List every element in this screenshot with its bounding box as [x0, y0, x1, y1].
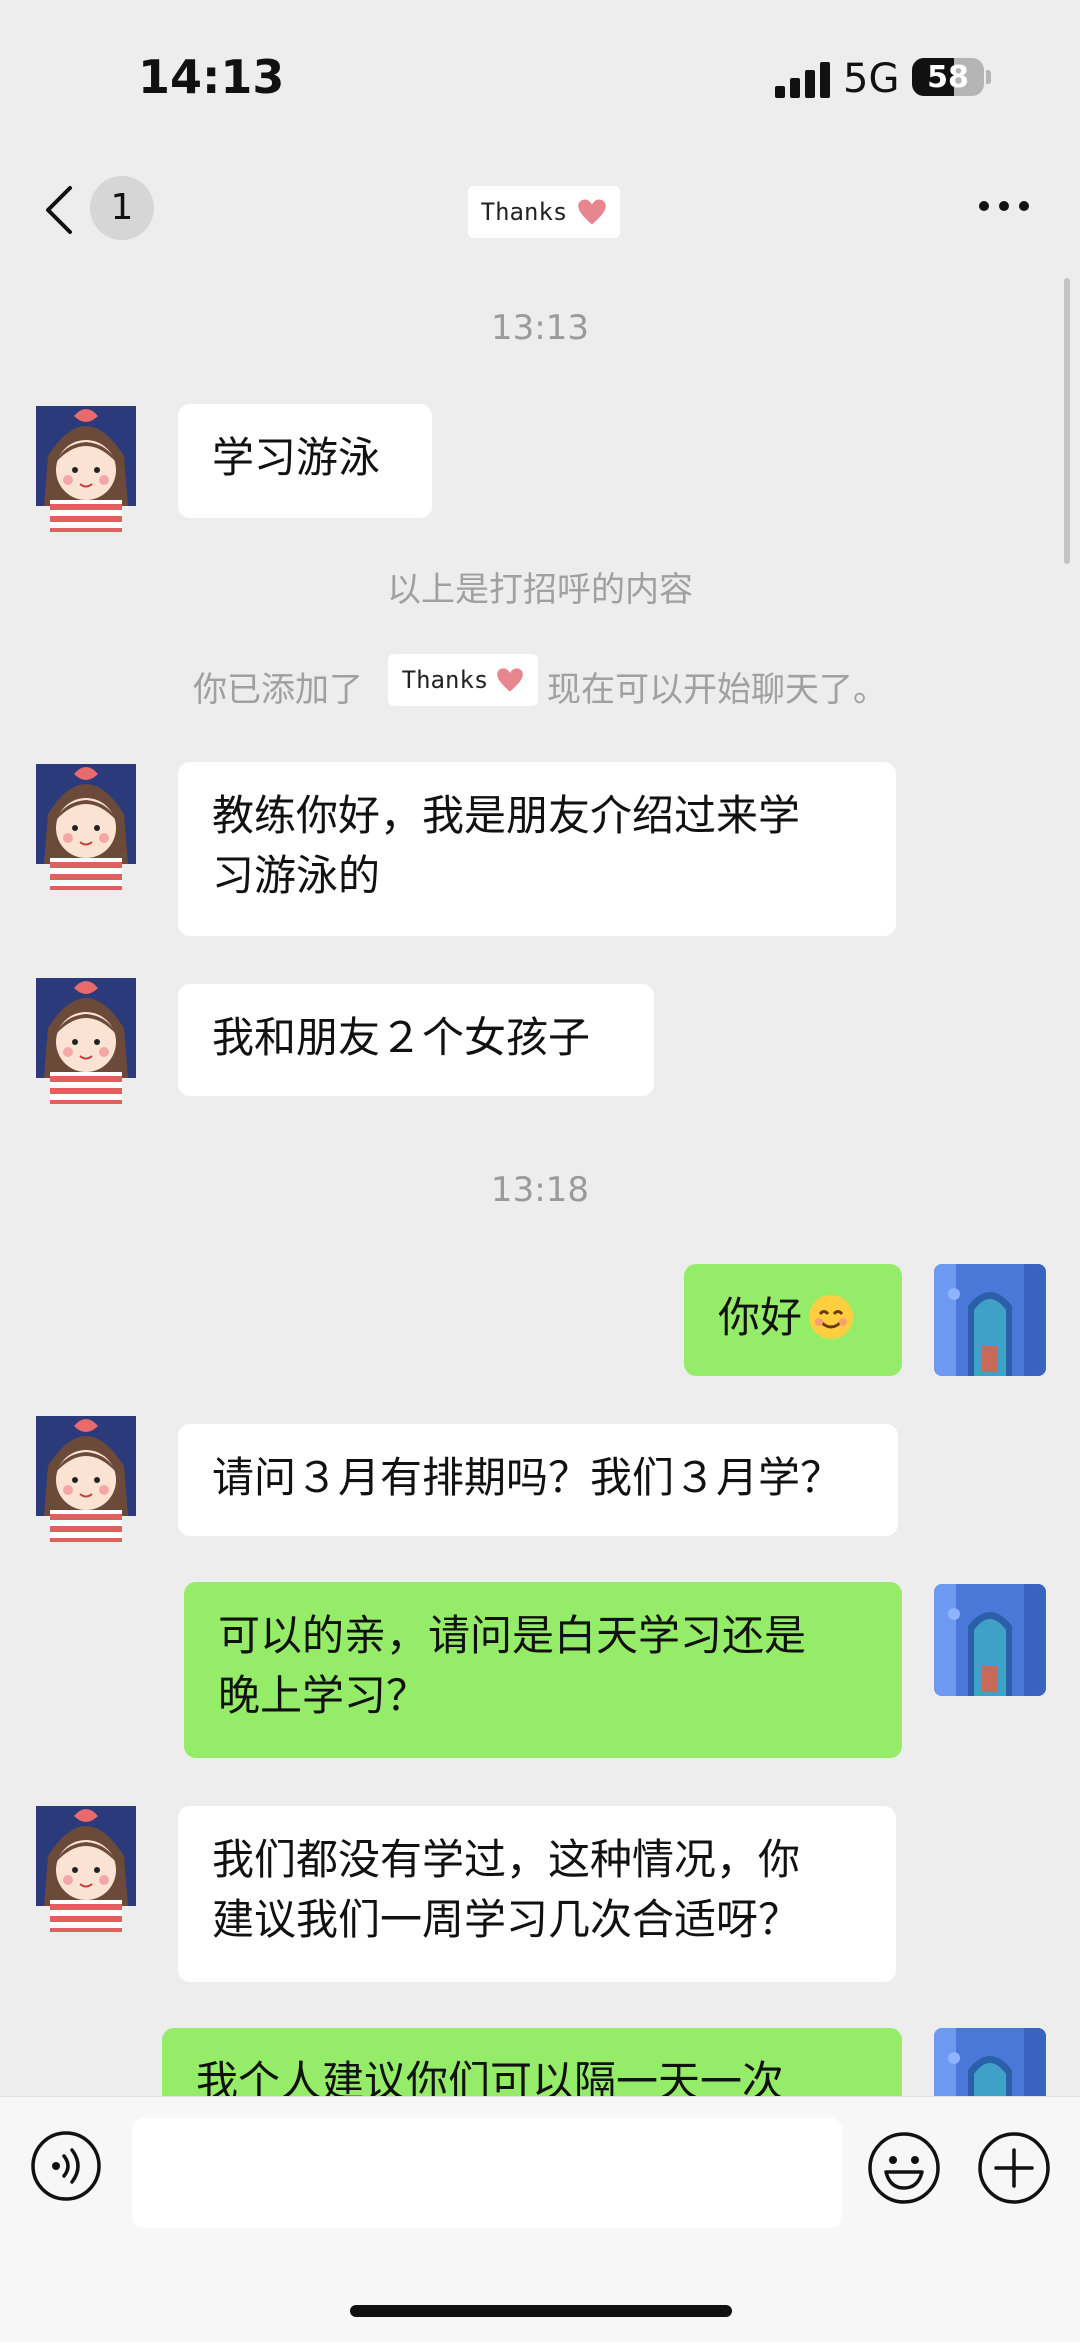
incoming-message[interactable]: 我们都没有学过，这种情况，你 建议我们一周学习几次合适呀？	[178, 1806, 896, 1982]
chat-title: Thanks	[468, 186, 620, 238]
system-prefix: 你已添加了	[193, 670, 363, 710]
outgoing-message[interactable]: 可以的亲，请问是白天学习还是 晚上学习？	[184, 1582, 902, 1758]
message-text: 学习游泳	[212, 433, 381, 482]
smiling-face-emoji-icon	[809, 1295, 854, 1339]
heart-icon	[578, 199, 607, 225]
cellular-signal-icon	[775, 62, 830, 98]
plus-icon[interactable]	[976, 2130, 1052, 2206]
incoming-message[interactable]: 请问３月有排期吗？我们３月学？	[178, 1424, 898, 1536]
message-text: 我和朋友２个女孩子	[212, 1013, 591, 1062]
incoming-message[interactable]: 学习游泳	[178, 404, 432, 518]
message-text: 请问３月有排期吗？我们３月学？	[212, 1453, 843, 1502]
message-line: 我们都没有学过，这种情况，你	[212, 1835, 801, 1884]
contact-avatar[interactable]	[28, 1796, 144, 1932]
my-avatar[interactable]	[934, 1584, 1046, 1696]
timestamp: 13:13	[491, 308, 589, 348]
message-line: 教练你好，我是朋友介绍过来学	[212, 791, 801, 840]
voice-input-icon[interactable]	[30, 2130, 102, 2202]
message-line: 可以的亲，请问是白天学习还是	[218, 1611, 807, 1660]
battery-icon: 58	[912, 58, 984, 96]
timestamp: 13:18	[491, 1170, 589, 1210]
outgoing-message[interactable]: 你好	[684, 1264, 902, 1376]
system-suffix: ，现在可以开始聊天了。	[513, 670, 887, 710]
contact-name-tag: Thanks	[388, 654, 538, 706]
my-avatar[interactable]	[934, 1264, 1046, 1376]
system-message-added: 你已添加了 ，现在可以开始聊天了。	[0, 662, 1080, 711]
back-chevron-icon[interactable]	[44, 184, 74, 236]
heart-icon	[497, 668, 524, 692]
incoming-message[interactable]: 教练你好，我是朋友介绍过来学 习游泳的	[178, 762, 896, 936]
message-line: 晚上学习？	[218, 1671, 429, 1720]
status-time: 14:13	[138, 50, 285, 104]
contact-avatar[interactable]	[28, 754, 144, 890]
battery-percent: 58	[927, 60, 969, 95]
home-indicator[interactable]	[350, 2305, 732, 2317]
system-message: 以上是打招呼的内容	[387, 570, 693, 610]
unread-count-badge[interactable]: 1	[90, 176, 154, 240]
battery-tip	[986, 70, 991, 84]
message-line: 建议我们一周学习几次合适呀？	[212, 1895, 801, 1944]
contact-avatar[interactable]	[28, 396, 144, 532]
network-type: 5G	[843, 56, 900, 102]
message-input[interactable]	[132, 2118, 842, 2228]
incoming-message[interactable]: 我和朋友２个女孩子	[178, 984, 654, 1096]
emoji-icon[interactable]	[866, 2130, 942, 2206]
more-options-icon[interactable]	[976, 198, 1032, 214]
contact-avatar[interactable]	[28, 968, 144, 1104]
message-line: 习游泳的	[212, 851, 381, 900]
contact-name: Thanks	[480, 198, 568, 226]
contact-avatar[interactable]	[28, 1406, 144, 1542]
contact-name: Thanks	[401, 666, 489, 694]
message-text: 你好	[718, 1293, 803, 1342]
